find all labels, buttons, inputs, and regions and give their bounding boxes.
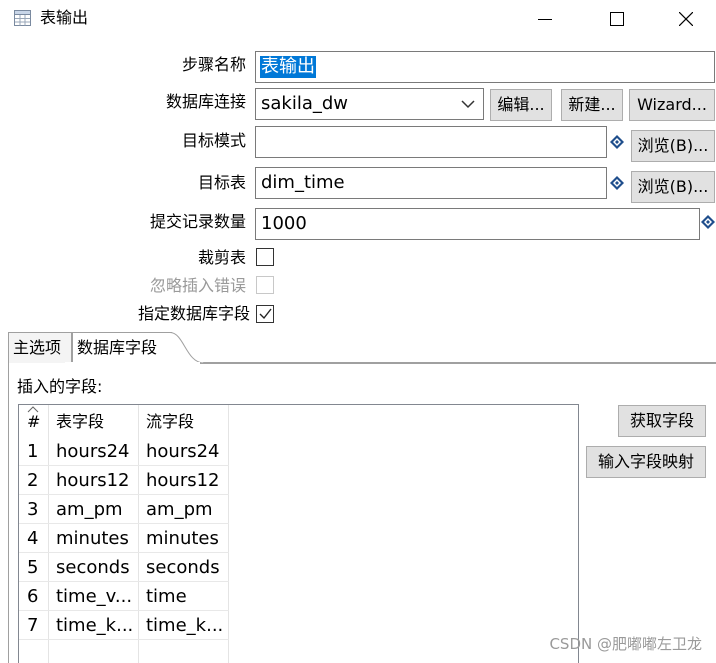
maximize-icon: [610, 12, 624, 26]
new-connection-button[interactable]: 新建...: [561, 89, 623, 121]
truncate-table-label: 裁剪表: [197, 248, 246, 267]
table-field-cell[interactable]: time_k...: [56, 616, 133, 636]
watermark: CSDN @肥嘟嘟左卫龙: [549, 635, 702, 653]
stream-field-cell[interactable]: hours24: [146, 442, 220, 462]
tab-main-options[interactable]: 主选项: [8, 332, 72, 363]
variable-diamond-icon[interactable]: [609, 134, 625, 150]
table-row[interactable]: 6 time_v... time: [19, 585, 578, 610]
close-button[interactable]: [651, 0, 716, 38]
row-divider: [19, 523, 229, 524]
table-output-icon: [14, 10, 31, 26]
table-field-cell[interactable]: minutes: [56, 529, 129, 549]
db-connection-value: sakila_dw: [261, 93, 349, 114]
variable-diamond-icon[interactable]: [609, 175, 625, 191]
browse-schema-button[interactable]: 浏览(B)...: [631, 130, 715, 162]
table-field-cell[interactable]: hours24: [56, 442, 130, 462]
wizard-button[interactable]: Wizard...: [629, 89, 715, 121]
stream-field-cell[interactable]: am_pm: [146, 500, 213, 520]
row-number: 3: [27, 499, 39, 520]
active-tab-gap: [65, 362, 200, 364]
row-divider: [19, 581, 229, 582]
table-row[interactable]: 5 seconds seconds: [19, 556, 578, 581]
table-field-cell[interactable]: seconds: [56, 558, 130, 578]
title-bar: 表输出: [0, 0, 716, 38]
tab-baseline: [170, 363, 716, 364]
row-number: 1: [27, 441, 39, 462]
row-divider: [19, 465, 229, 466]
inserted-fields-label: 插入的字段:: [17, 377, 103, 396]
commit-size-label: 提交记录数量: [149, 212, 246, 231]
tab-database-fields[interactable]: 数据库字段: [72, 332, 172, 363]
target-table-label: 目标表: [197, 173, 246, 192]
step-name-input[interactable]: 表输出: [255, 51, 715, 83]
target-schema-input[interactable]: [255, 126, 607, 158]
ignore-insert-errors-checkbox[interactable]: [256, 276, 274, 294]
row-divider: [19, 494, 229, 495]
table-row[interactable]: 7 time_k... time_k...: [19, 614, 578, 639]
edit-connection-button[interactable]: 编辑...: [490, 89, 552, 121]
table-row[interactable]: 2 hours12 hours12: [19, 469, 578, 494]
column-header-table-field[interactable]: 表字段: [56, 412, 104, 432]
specify-db-fields-label: 指定数据库字段: [137, 304, 250, 323]
window-title: 表输出: [40, 8, 89, 27]
row-divider: [19, 639, 229, 640]
row-number: 7: [27, 615, 39, 636]
browse-table-button[interactable]: 浏览(B)...: [631, 171, 715, 203]
row-divider: [19, 610, 229, 611]
target-table-input[interactable]: dim_time: [255, 167, 607, 199]
minimize-icon: [538, 19, 552, 20]
stream-field-cell[interactable]: hours12: [146, 471, 220, 491]
maximize-button[interactable]: [582, 0, 652, 38]
close-icon: [679, 12, 693, 26]
row-divider: [19, 552, 229, 553]
db-connection-label: 数据库连接: [165, 92, 246, 111]
row-number: 6: [27, 586, 39, 607]
stream-field-cell[interactable]: seconds: [146, 558, 220, 578]
truncate-table-checkbox[interactable]: [256, 248, 274, 266]
checkmark-icon: [259, 308, 272, 320]
fields-table[interactable]: # 表字段 流字段 1 hours24 hours24 2 hours12 ho…: [18, 404, 579, 663]
table-field-cell[interactable]: hours12: [56, 471, 130, 491]
table-field-cell[interactable]: am_pm: [56, 500, 123, 520]
table-row[interactable]: 1 hours24 hours24: [19, 440, 578, 465]
stream-field-cell[interactable]: time: [146, 587, 187, 607]
input-field-mapping-button[interactable]: 输入字段映射: [586, 446, 706, 478]
get-fields-button[interactable]: 获取字段: [618, 405, 706, 437]
table-row[interactable]: 3 am_pm am_pm: [19, 498, 578, 523]
variable-diamond-icon[interactable]: [700, 214, 716, 230]
target-schema-label: 目标模式: [181, 131, 246, 150]
tab-curve: [170, 332, 205, 364]
table-field-cell[interactable]: time_v...: [56, 587, 132, 607]
step-name-selected-text: 表输出: [260, 56, 316, 78]
row-number: 2: [27, 470, 39, 491]
row-number: 4: [27, 528, 39, 549]
column-header-number[interactable]: #: [27, 412, 40, 432]
column-header-stream-field[interactable]: 流字段: [146, 412, 194, 432]
step-name-label: 步骤名称: [181, 55, 246, 74]
commit-size-input[interactable]: 1000: [255, 208, 700, 240]
chevron-down-icon: [461, 100, 475, 109]
specify-db-fields-checkbox[interactable]: [256, 305, 274, 323]
row-number: 5: [27, 557, 39, 578]
db-connection-select[interactable]: sakila_dw: [255, 88, 484, 120]
stream-field-cell[interactable]: time_k...: [146, 616, 223, 636]
table-row[interactable]: 4 minutes minutes: [19, 527, 578, 552]
stream-field-cell[interactable]: minutes: [146, 529, 219, 549]
ignore-insert-errors-label: 忽略插入错误: [149, 276, 246, 295]
minimize-button[interactable]: [510, 0, 580, 38]
